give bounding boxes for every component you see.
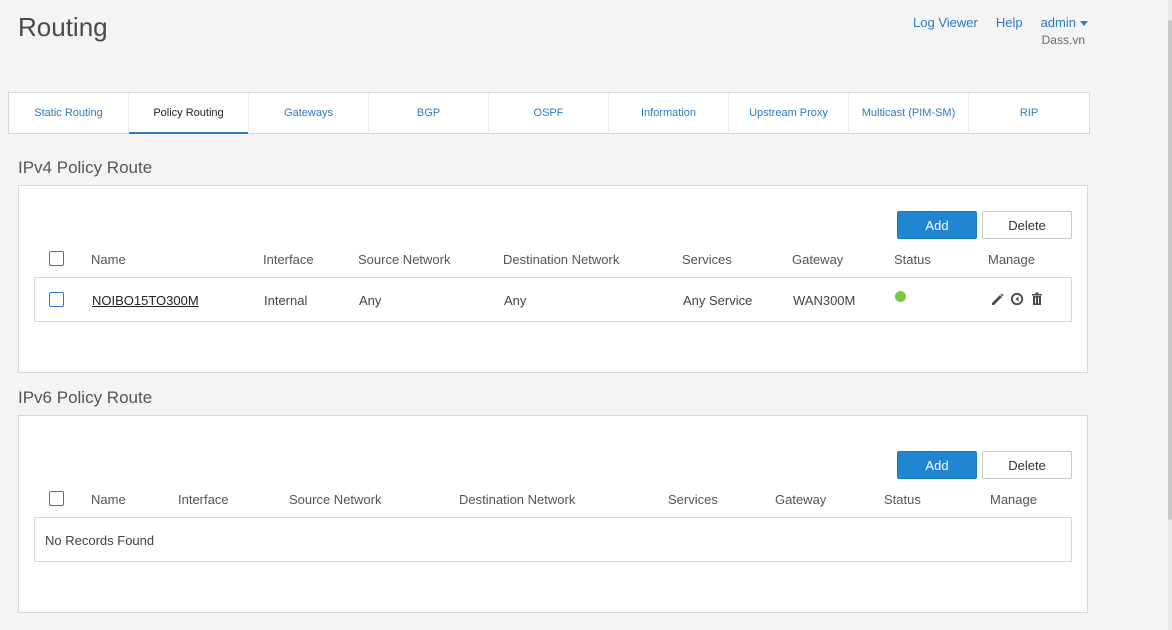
route-name-link[interactable]: NOIBO15TO300M bbox=[92, 293, 199, 308]
ipv4-col-name: Name bbox=[91, 252, 126, 267]
ipv4-delete-button[interactable]: Delete bbox=[982, 211, 1072, 239]
tab-policy-routing[interactable]: Policy Routing bbox=[129, 93, 249, 134]
route-source-network: Any bbox=[359, 293, 382, 308]
ipv6-col-status: Status bbox=[884, 492, 921, 507]
ipv4-add-button[interactable]: Add bbox=[897, 211, 977, 239]
tab-upstream-proxy[interactable]: Upstream Proxy bbox=[729, 93, 849, 133]
reposition-icon[interactable] bbox=[1010, 291, 1024, 307]
admin-link[interactable]: admin bbox=[1041, 15, 1076, 30]
ipv6-col-destination-network: Destination Network bbox=[459, 492, 576, 507]
tab-information[interactable]: Information bbox=[609, 93, 729, 133]
no-records-text: No Records Found bbox=[45, 533, 155, 548]
page-title: Routing bbox=[18, 12, 108, 42]
tab-multicast[interactable]: Multicast (PIM-SM) bbox=[849, 93, 969, 133]
ipv6-add-button[interactable]: Add bbox=[897, 451, 977, 479]
log-viewer-link[interactable]: Log Viewer bbox=[913, 15, 978, 30]
top-links: Log Viewer Help admin bbox=[913, 15, 1088, 30]
ipv4-section-title: IPv4 Policy Route bbox=[18, 158, 153, 177]
tab-gateways[interactable]: Gateways bbox=[249, 93, 369, 133]
status-active-icon bbox=[895, 291, 906, 302]
row-checkbox[interactable] bbox=[49, 292, 64, 307]
ipv6-select-all-checkbox[interactable] bbox=[49, 491, 64, 506]
ipv6-section-title: IPv6 Policy Route bbox=[18, 388, 153, 407]
tab-bgp[interactable]: BGP bbox=[369, 93, 489, 133]
route-destination-network: Any bbox=[504, 293, 527, 308]
caret-down-icon bbox=[1080, 21, 1088, 26]
tab-static-routing[interactable]: Static Routing bbox=[9, 93, 129, 133]
route-gateway: WAN300M bbox=[793, 293, 856, 308]
ipv6-col-source-network: Source Network bbox=[289, 492, 382, 507]
scrollbar-thumb[interactable] bbox=[1168, 20, 1172, 520]
ipv4-col-manage: Manage bbox=[988, 252, 1035, 267]
ipv4-col-services: Services bbox=[682, 252, 732, 267]
tab-rip[interactable]: RIP bbox=[969, 93, 1089, 133]
tab-ospf[interactable]: OSPF bbox=[489, 93, 609, 133]
trash-icon[interactable] bbox=[1030, 291, 1044, 307]
ipv6-col-services: Services bbox=[668, 492, 718, 507]
help-link[interactable]: Help bbox=[996, 15, 1023, 30]
ipv6-delete-button[interactable]: Delete bbox=[982, 451, 1072, 479]
empty-row: No Records Found bbox=[34, 517, 1072, 562]
ipv6-col-name: Name bbox=[91, 492, 126, 507]
route-services: Any Service bbox=[683, 293, 753, 308]
ipv6-col-gateway: Gateway bbox=[775, 492, 827, 507]
ipv4-panel: Add Delete Name Interface Source Network… bbox=[18, 185, 1088, 373]
org-name: Dass.vn bbox=[1041, 33, 1085, 47]
ipv4-col-interface: Interface bbox=[263, 252, 314, 267]
ipv6-col-interface: Interface bbox=[178, 492, 229, 507]
route-interface: Internal bbox=[264, 293, 308, 308]
ipv4-col-gateway: Gateway bbox=[792, 252, 844, 267]
manage-actions bbox=[990, 291, 1044, 307]
ipv6-col-manage: Manage bbox=[990, 492, 1037, 507]
table-row: NOIBO15TO300M Internal Any Any Any Servi… bbox=[34, 277, 1072, 322]
routing-tabs: Static Routing Policy Routing Gateways B… bbox=[8, 92, 1090, 134]
admin-menu[interactable]: admin bbox=[1041, 15, 1088, 30]
ipv4-col-source-network: Source Network bbox=[358, 252, 451, 267]
pencil-icon[interactable] bbox=[990, 291, 1004, 307]
ipv4-col-status: Status bbox=[894, 252, 931, 267]
ipv6-panel: Add Delete Name Interface Source Network… bbox=[18, 415, 1088, 613]
ipv4-select-all-checkbox[interactable] bbox=[49, 251, 64, 266]
ipv4-col-destination-network: Destination Network bbox=[503, 252, 620, 267]
